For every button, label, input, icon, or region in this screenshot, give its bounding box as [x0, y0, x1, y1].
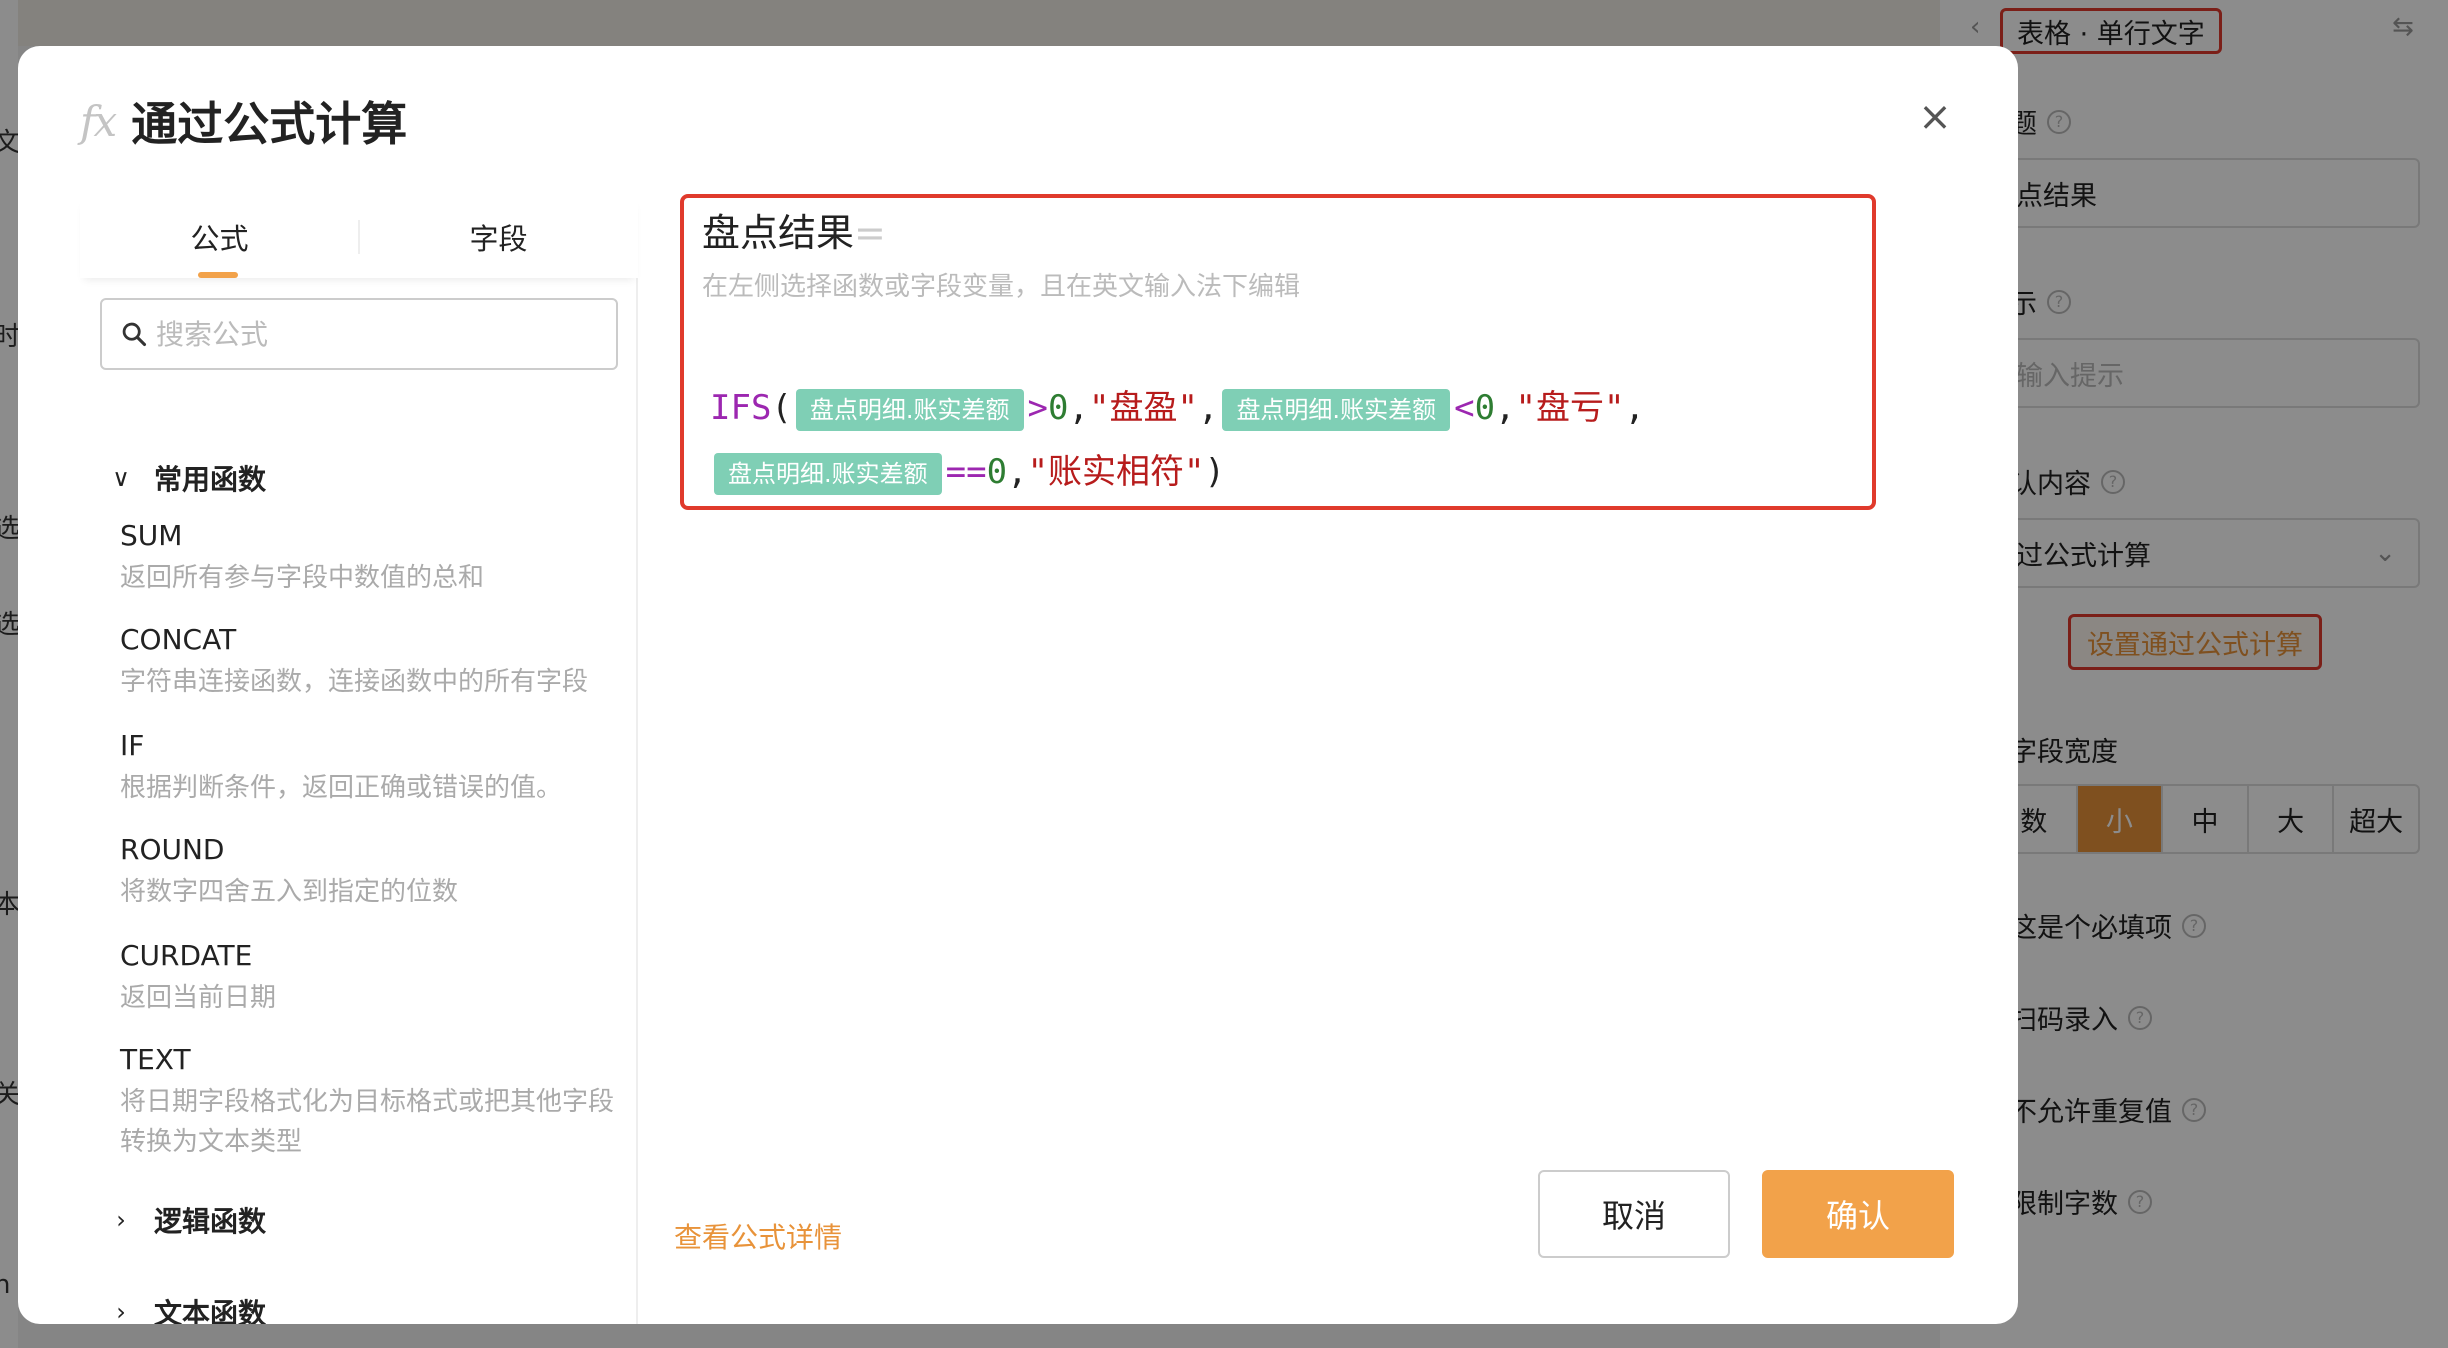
fx-icon: fx: [80, 96, 117, 146]
formula-string: "盘盈": [1089, 388, 1198, 428]
field-chip[interactable]: 盘点明细.账实差额: [795, 388, 1024, 431]
formula-operator: <: [1454, 388, 1475, 428]
function-desc: 字符串连接函数，连接函数中的所有字段: [120, 667, 589, 697]
function-item-concat[interactable]: CONCAT 字符串连接函数，连接函数中的所有字段: [120, 622, 620, 702]
function-name: CONCAT: [120, 623, 237, 656]
field-chip[interactable]: 盘点明细.账实差额: [714, 452, 942, 495]
group-label: 常用函数: [154, 463, 267, 496]
cancel-button[interactable]: 取消: [1538, 1170, 1730, 1258]
formula-comma: ,: [1197, 388, 1219, 428]
modal-title: fx 通过公式计算: [80, 88, 407, 154]
field-chip[interactable]: 盘点明细.账实差额: [1222, 388, 1451, 431]
formula-expression[interactable]: IFS(盘点明细.账实差额 >0,"盘盈", 盘点明细.账实差额 <0,"盘亏", 盘点…: [710, 376, 1860, 504]
editor-hint: 在左侧选择函数或字段变量，且在英文输入法下编辑: [702, 272, 1301, 302]
tab-field[interactable]: 字段: [359, 196, 638, 278]
tab-formula-label: 公式: [190, 222, 249, 256]
formula-comma: ,: [1624, 388, 1645, 428]
function-desc: 返回当前日期: [120, 983, 277, 1013]
formula-string: "账实相符": [1027, 452, 1205, 492]
formula-number: 0: [986, 452, 1008, 492]
close-button[interactable]: ×: [1914, 94, 1956, 140]
chevron-right-icon: ›: [116, 1206, 126, 1234]
confirm-button[interactable]: 确认: [1762, 1170, 1954, 1258]
function-desc: 根据判断条件，返回正确或错误的值。: [120, 773, 563, 803]
group-label: 文本函数: [154, 1297, 267, 1324]
close-icon: ×: [1918, 94, 1952, 140]
formula-string: "盘亏": [1515, 388, 1625, 428]
search-icon: [122, 322, 147, 347]
function-sidebar: 公式 字段 ∨ 常用函数 SUM 返回所有参与字段中数值的总和 CONCAT 字…: [80, 196, 638, 1324]
target-field-name: 盘点结果: [702, 211, 855, 255]
formula-number: 0: [1048, 388, 1069, 428]
chevron-down-icon: ∨: [112, 464, 130, 492]
sidebar-tabs: 公式 字段: [80, 196, 638, 278]
function-name: IF: [120, 729, 145, 762]
active-tab-indicator: [198, 272, 238, 278]
formula-operator: >: [1027, 388, 1049, 428]
formula-search-input[interactable]: [156, 317, 596, 351]
formula-comma: ,: [1007, 452, 1028, 492]
group-label: 逻辑函数: [154, 1205, 267, 1238]
tab-field-label: 字段: [469, 222, 528, 256]
chevron-right-icon: ›: [116, 1298, 126, 1324]
formula-function-token: IFS: [710, 388, 772, 428]
function-item-if[interactable]: IF 根据判断条件，返回正确或错误的值。: [120, 728, 620, 808]
function-desc: 将数字四舍五入到指定的位数: [120, 877, 459, 907]
equals-sign: =: [854, 211, 886, 255]
function-desc: 返回所有参与字段中数值的总和: [120, 563, 485, 593]
group-logic-functions[interactable]: › 逻辑函数: [110, 1200, 266, 1240]
confirm-button-label: 确认: [1825, 1197, 1890, 1235]
function-name: TEXT: [120, 1043, 191, 1076]
formula-comma: ,: [1495, 388, 1516, 428]
function-item-round[interactable]: ROUND 将数字四舍五入到指定的位数: [120, 832, 620, 912]
formula-paren: (: [771, 388, 792, 428]
function-item-text[interactable]: TEXT 将日期字段格式化为目标格式或把其他字段转换为文本类型: [120, 1042, 620, 1162]
tab-formula[interactable]: 公式: [80, 196, 359, 278]
formula-operator: ==: [945, 452, 987, 492]
formula-search: [100, 298, 618, 370]
function-name: SUM: [120, 519, 183, 552]
cancel-button-label: 取消: [1601, 1197, 1666, 1235]
formula-modal: fx 通过公式计算 × 公式 字段 ∨ 常用函数 SUM 返回所有参与字段中数值…: [18, 46, 2018, 1324]
function-item-curdate[interactable]: CURDATE 返回当前日期: [120, 938, 620, 1018]
formula-number: 0: [1474, 388, 1496, 428]
function-item-sum[interactable]: SUM 返回所有参与字段中数值的总和: [120, 518, 620, 598]
formula-comma: ,: [1068, 388, 1089, 428]
group-common-functions[interactable]: ∨ 常用函数: [110, 458, 266, 498]
editor-header: 盘点结果=: [702, 208, 1854, 258]
formula-editor[interactable]: 盘点结果= 在左侧选择函数或字段变量，且在英文输入法下编辑 IFS(盘点明细.账…: [680, 194, 1876, 510]
function-name: ROUND: [120, 833, 225, 866]
formula-detail-link-text: 查看公式详情: [674, 1221, 843, 1254]
formula-detail-link[interactable]: 查看公式详情: [674, 1216, 842, 1256]
function-desc: 将日期字段格式化为目标格式或把其他字段转换为文本类型: [120, 1087, 615, 1157]
formula-paren: ): [1204, 452, 1225, 492]
group-text-functions[interactable]: › 文本函数: [110, 1292, 266, 1324]
modal-title-text: 通过公式计算: [131, 97, 408, 151]
function-name: CURDATE: [120, 939, 253, 972]
